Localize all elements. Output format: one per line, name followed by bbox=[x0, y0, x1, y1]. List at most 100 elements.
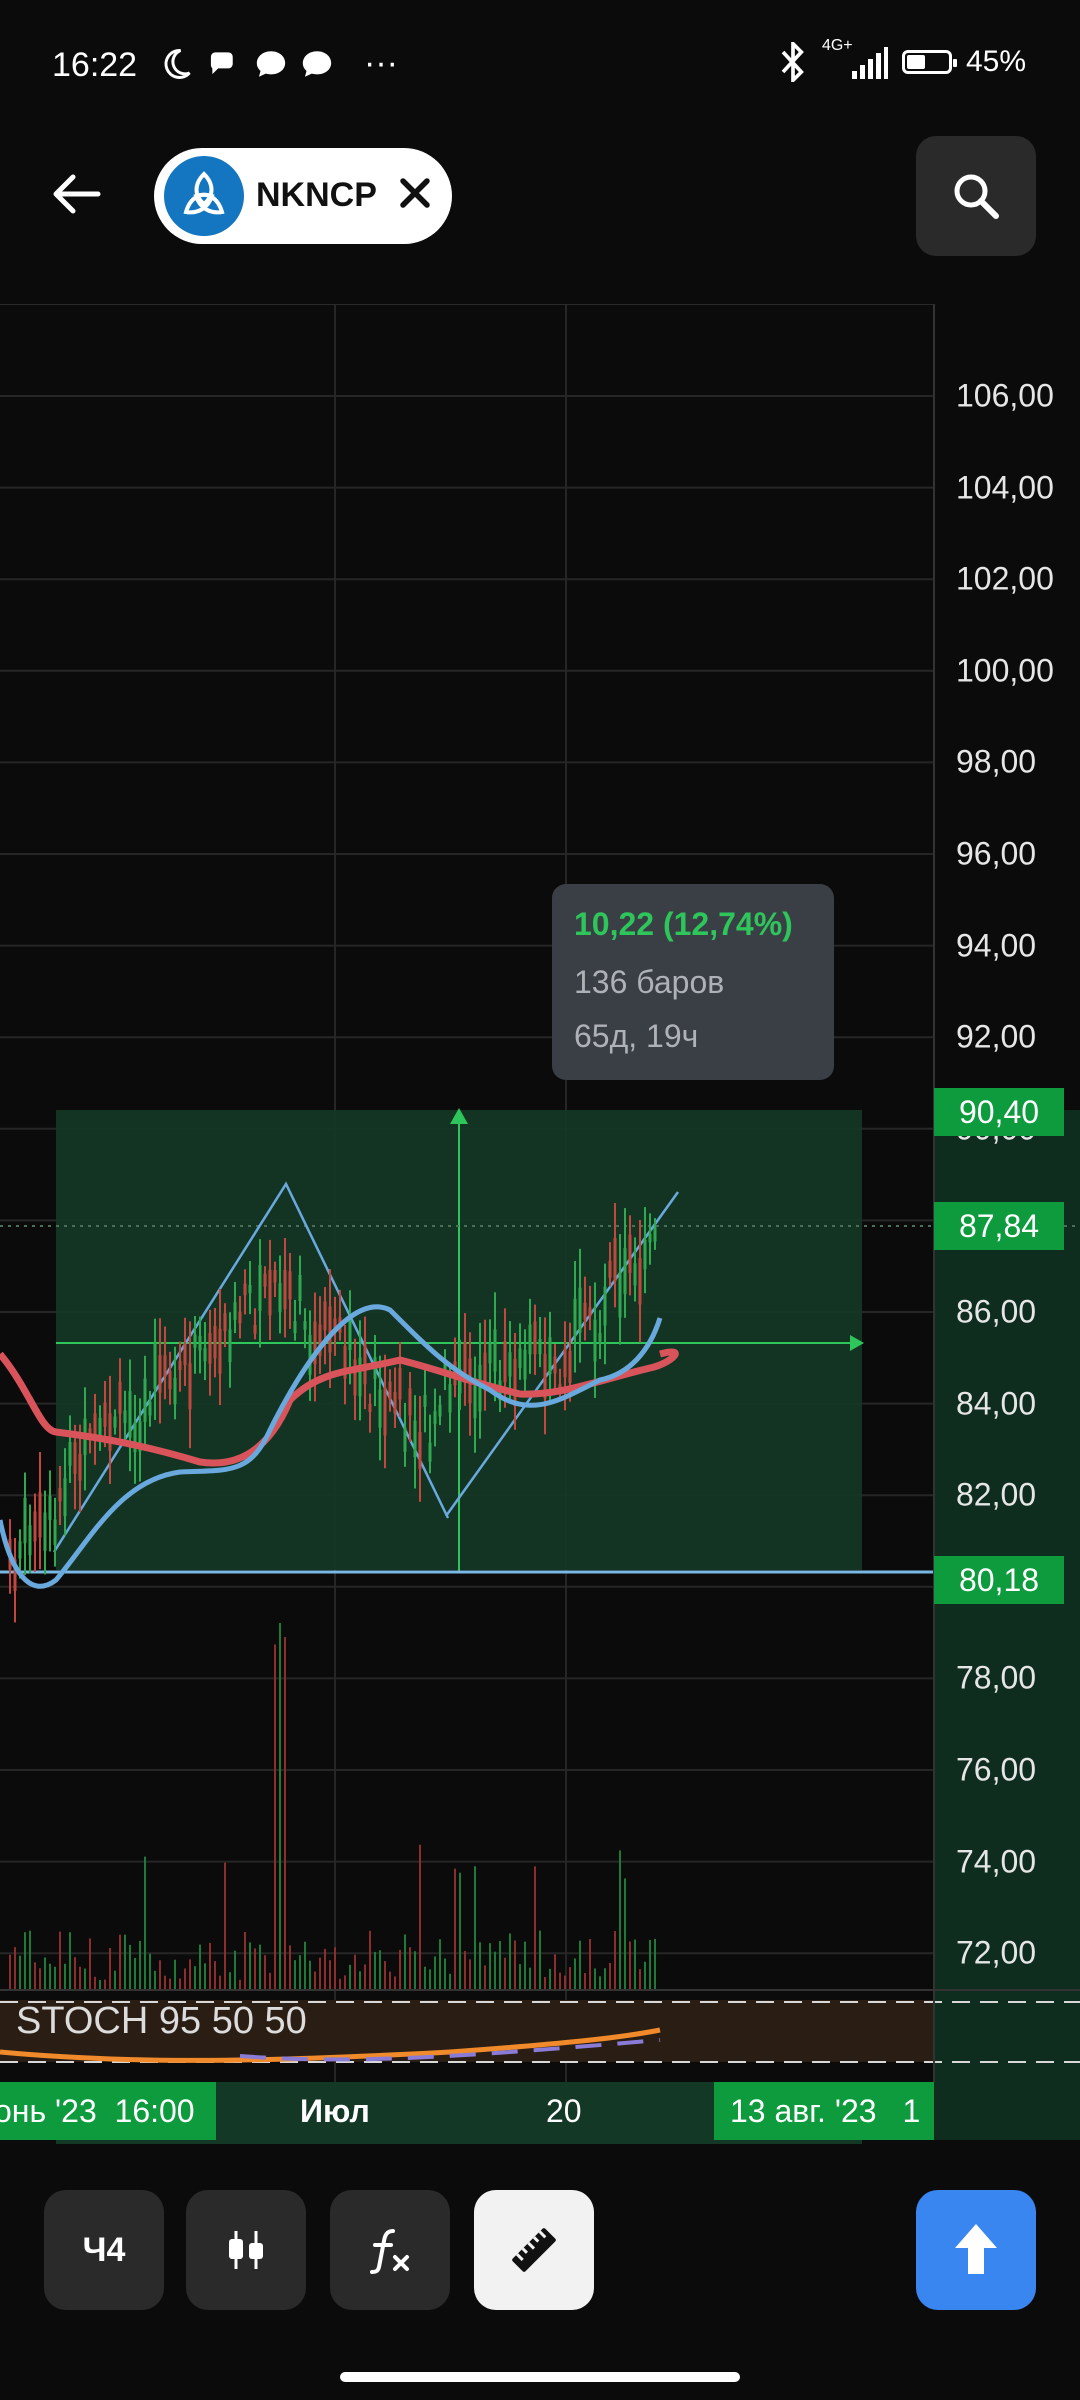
candle-body bbox=[353, 1359, 357, 1396]
candle-body bbox=[408, 1388, 412, 1416]
candle-body bbox=[123, 1410, 127, 1424]
candle-body bbox=[413, 1420, 417, 1458]
candle-body bbox=[118, 1381, 122, 1414]
candle-body bbox=[653, 1227, 657, 1242]
price-tick-label: 96,00 bbox=[956, 835, 1037, 872]
candle-body bbox=[113, 1416, 117, 1428]
price-tick-label: 100,00 bbox=[956, 652, 1054, 689]
candle-body bbox=[288, 1271, 292, 1300]
candle-body bbox=[228, 1329, 232, 1363]
candle-body bbox=[263, 1273, 267, 1287]
candle-body bbox=[433, 1411, 437, 1424]
trefoil-logo-icon bbox=[164, 156, 244, 236]
indicators-button[interactable] bbox=[330, 2190, 450, 2310]
ruler-tool-button[interactable] bbox=[474, 2190, 594, 2310]
price-tick-label: 82,00 bbox=[956, 1476, 1037, 1513]
candle-body bbox=[648, 1233, 652, 1243]
ruler-icon bbox=[512, 2228, 556, 2272]
candle-body bbox=[508, 1352, 512, 1377]
bluetooth-icon bbox=[781, 42, 804, 82]
time-label-month: Июл bbox=[300, 2092, 370, 2129]
time-axis[interactable]: онь '23 16:00 Июл 20 13 авг. '23 1 bbox=[0, 2082, 934, 2140]
candle-body bbox=[178, 1360, 182, 1371]
back-button[interactable] bbox=[40, 158, 112, 230]
price-tick-label: 76,00 bbox=[956, 1751, 1037, 1788]
candle-body bbox=[188, 1363, 192, 1410]
candle-body bbox=[173, 1377, 177, 1405]
candle-body bbox=[23, 1497, 27, 1544]
candle-body bbox=[208, 1333, 212, 1364]
candle-body bbox=[358, 1357, 362, 1397]
candle-body bbox=[158, 1355, 162, 1393]
candle-body bbox=[593, 1319, 597, 1362]
candle-body bbox=[388, 1381, 392, 1400]
chat-bubble-icon bbox=[302, 50, 332, 77]
candle-body bbox=[553, 1356, 557, 1374]
candle-body bbox=[393, 1392, 397, 1414]
candle-body bbox=[18, 1541, 22, 1559]
candle-body bbox=[483, 1352, 487, 1384]
chat-bubble-icon bbox=[256, 50, 286, 77]
candle-body bbox=[418, 1431, 422, 1469]
time-label-start-text: онь '23 16:00 bbox=[0, 2092, 195, 2129]
candle-body bbox=[503, 1341, 507, 1383]
search-button[interactable] bbox=[916, 136, 1036, 256]
candle-body bbox=[103, 1402, 107, 1427]
interval-label: Ч4 bbox=[82, 2230, 126, 2269]
candles-icon bbox=[229, 2231, 263, 2269]
candle-body bbox=[293, 1321, 297, 1334]
candle-body bbox=[628, 1234, 632, 1273]
candle-body bbox=[603, 1286, 607, 1326]
candle-body bbox=[53, 1519, 57, 1546]
candle-body bbox=[533, 1321, 537, 1355]
candle-body bbox=[588, 1307, 592, 1317]
candle-body bbox=[538, 1338, 542, 1355]
time-label-start: онь '23 16:00 bbox=[0, 2082, 216, 2140]
measure-bars: 136 баров bbox=[574, 964, 725, 1000]
price-tick-label: 86,00 bbox=[956, 1293, 1037, 1330]
candle-body bbox=[213, 1325, 217, 1359]
close-ticker-button[interactable] bbox=[390, 168, 440, 218]
scroll-to-latest-button[interactable] bbox=[916, 2190, 1036, 2310]
search-icon bbox=[954, 174, 999, 219]
status-bar: 16:22 ··· 4G+ 45% bbox=[0, 0, 1080, 130]
candle-body bbox=[598, 1332, 602, 1342]
time-label-end-text: 13 авг. '23 bbox=[730, 2092, 877, 2129]
range-bottom-price-tag: 80,18 bbox=[934, 1556, 1064, 1604]
home-indicator[interactable] bbox=[340, 2372, 740, 2382]
time-label-end: 13 авг. '23 1 bbox=[714, 2082, 934, 2140]
candle-body bbox=[613, 1238, 617, 1282]
candle-body bbox=[78, 1453, 82, 1481]
time-label-cut: 1 bbox=[902, 2092, 921, 2129]
candle-body bbox=[583, 1302, 587, 1320]
candle-body bbox=[283, 1269, 287, 1310]
candle-body bbox=[638, 1258, 642, 1305]
candle-body bbox=[493, 1329, 497, 1372]
candle-body bbox=[423, 1394, 427, 1407]
price-tick-label: 102,00 bbox=[956, 560, 1054, 597]
battery-percent: 45% bbox=[965, 45, 1026, 78]
price-chart[interactable]: 106,00 104,00 102,00 100,00 98,00 96,00 94,00 9… bbox=[0, 304, 1080, 2144]
candle-body bbox=[153, 1342, 157, 1389]
network-type: 4G+ bbox=[821, 37, 853, 54]
candle-body bbox=[578, 1287, 582, 1333]
interval-button[interactable]: Ч4 bbox=[44, 2190, 164, 2310]
function-icon bbox=[370, 2229, 409, 2274]
candle-body bbox=[608, 1260, 612, 1278]
price-tick-label: 72,00 bbox=[956, 1934, 1037, 1971]
stoch-indicator-label[interactable]: STOCH 95 50 50 bbox=[16, 2000, 307, 2043]
chart-canvas[interactable] bbox=[0, 304, 1080, 2144]
arrow-up-icon bbox=[955, 2224, 997, 2274]
candle-body bbox=[398, 1367, 402, 1400]
candle-body bbox=[643, 1239, 647, 1270]
price-tick-label: 78,00 bbox=[956, 1659, 1037, 1696]
chart-type-button[interactable] bbox=[186, 2190, 306, 2310]
candle-body bbox=[403, 1427, 407, 1452]
candle-body bbox=[218, 1328, 222, 1374]
candle-body bbox=[148, 1401, 152, 1416]
range-top-price-tag: 90,40 bbox=[934, 1088, 1064, 1136]
ticker-chip[interactable]: NKNCP bbox=[154, 148, 452, 244]
candle-body bbox=[243, 1283, 247, 1296]
chat-bubbles-icon bbox=[210, 51, 233, 74]
candle-body bbox=[308, 1334, 312, 1375]
